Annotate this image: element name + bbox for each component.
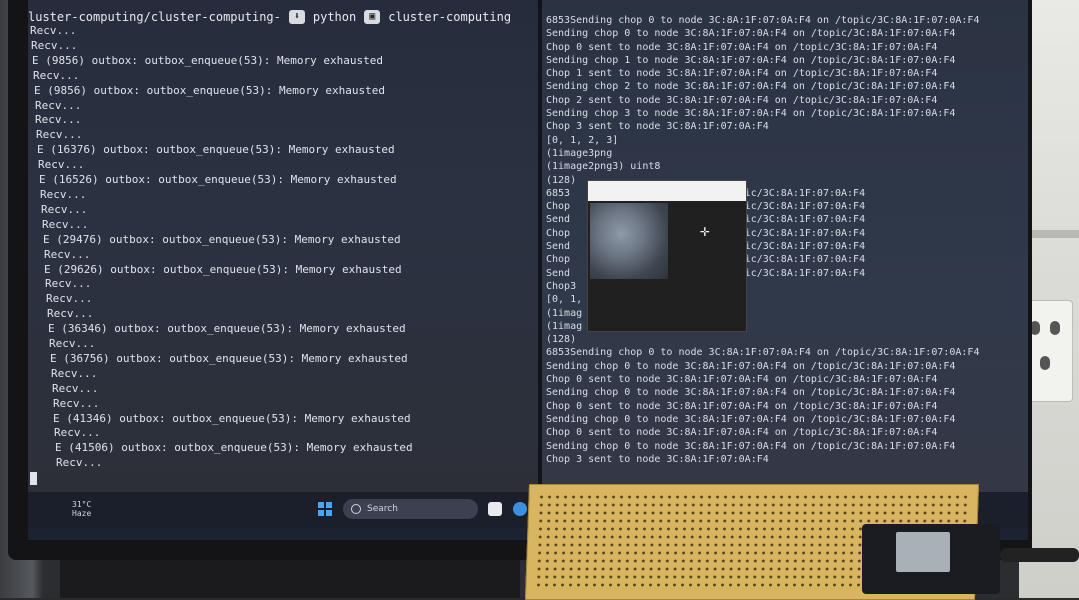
terminal-left-line: Recv... [38,158,85,172]
esp32-board [862,524,1000,594]
terminal-right-line: (1image2png3) uint8 [546,161,661,173]
terminal-right-line: Sending chop 0 to node 3C:8A:1F:07:0A:F4… [546,440,956,452]
terminal-left-line: Recv... [52,381,99,395]
search-label: Search [367,504,398,514]
weather-temperature: 31°C [72,500,92,509]
terminal-left-line: Recv... [49,337,96,351]
tab-python[interactable]: python [313,10,356,24]
terminal-right-line: Chop 0 sent to node 3C:8A:1F:07:0A:F4 on… [546,374,938,386]
terminal-left-line: E (29626) outbox: outbox_enqueue(53): Me… [44,262,402,276]
terminal-right-line: Sending chop 1 to node 3C:8A:1F:07:0A:F4… [546,54,956,66]
terminal-right-line: 6853Sending chop 0 to node 3C:8A:1F:07:0… [546,15,980,26]
terminal-right-line: Sending chop 2 to node 3C:8A:1F:07:0A:F4… [546,81,956,93]
terminal-left-line: Recv... [47,307,94,321]
taskbar-search[interactable]: Search [343,499,478,519]
terminal-left-line: Recv... [51,366,98,380]
terminal-right-line: Chop 2 sent to node 3C:8A:1F:07:0A:F4 on… [546,94,938,106]
terminal-left-line: E (9856) outbox: outbox_enqueue(53): Mem… [32,53,383,67]
laptop-bezel: luster-computing/cluster-computing- ⬇ py… [8,0,1032,560]
image-preview-window[interactable]: ✛ [587,180,747,332]
task-view-icon[interactable] [488,502,502,516]
search-icon [351,503,361,514]
terminal-left-pane[interactable]: luster-computing/cluster-computing- ⬇ py… [28,0,538,492]
terminal-left-line: Recv... [33,68,80,82]
laptop-screen: luster-computing/cluster-computing- ⬇ py… [28,0,1028,540]
terminal-left-line: E (41506) outbox: outbox_enqueue(53): Me… [55,441,413,455]
terminal-left-output: Recv... Recv... E (9856) outbox: outbox_en… [30,24,413,486]
terminal-right-line: (1image3png [546,147,613,159]
terminal-left-line: Recv... [35,113,82,127]
terminal-left-line: E (36756) outbox: outbox_enqueue(53): Me… [50,351,408,365]
terminal-right-line: Chop 0 sent to node 3C:8A:1F:07:0A:F4 on… [546,427,938,439]
terminal-left-line: E (16526) outbox: outbox_enqueue(53): Me… [39,173,397,187]
terminal-left-line: Recv... [36,128,83,142]
tab-project[interactable]: cluster-computing [388,10,511,24]
terminal-right-line: Sending chop 0 to node 3C:8A:1F:07:0A:F4… [546,387,956,399]
terminal-right-line: 6853Sending chop 0 to node 3C:8A:1F:07:0… [546,347,980,359]
terminal-left-line: E (36346) outbox: outbox_enqueue(53): Me… [48,322,406,336]
browser-icon[interactable] [513,502,527,516]
weather-widget[interactable]: 31°C Haze [72,500,112,518]
terminal-right-line: Chop 1 sent to node 3C:8A:1F:07:0A:F4 on… [546,68,938,80]
terminal-left-line: Recv... [30,24,77,37]
terminal-left-line: Recv... [35,98,82,112]
terminal-left-line: Recv... [31,38,78,52]
terminal-left-line: Recv... [44,247,91,261]
weather-condition: Haze [72,509,92,518]
esp32-module [896,532,950,572]
terminal-left-line: Recv... [53,396,100,410]
terminal-right-line: (128) [546,334,577,346]
terminal-left-line: Recv... [41,202,88,216]
tab-path[interactable]: luster-computing/cluster-computing- [28,10,281,24]
terminal-left-line: E (29476) outbox: outbox_enqueue(53): Me… [43,232,401,246]
terminal-left-line: E (16376) outbox: outbox_enqueue(53): Me… [37,143,395,157]
terminal-left-line: Recv... [45,277,92,291]
image-preview-content [590,203,668,279]
laptop-keyboard-edge [60,560,520,598]
terminal-left-line: Recv... [40,187,87,201]
terminal-left-line: Recv... [42,217,89,231]
terminal-right-line: Sending chop 0 to node 3C:8A:1F:07:0A:F4… [546,360,956,372]
terminal-right-line: Chop 3 sent to node 3C:8A:1F:07:0A:F4 [546,453,769,465]
terminal-right-line: Chop 0 sent to node 3C:8A:1F:07:0A:F4 on… [546,41,938,53]
terminal-left-line: E (9856) outbox: outbox_enqueue(53): Mem… [34,83,385,97]
terminal-cursor [30,471,37,485]
image-preview-titlebar[interactable] [588,181,746,201]
download-icon: ⬇ [288,10,305,24]
crosshair-cursor-icon: ✛ [700,221,710,240]
terminal-right-line: Sending chop 0 to node 3C:8A:1F:07:0A:F4… [546,28,956,40]
folder-icon: ▣ [364,10,381,24]
terminal-left-line: Recv... [56,456,103,470]
terminal-right-line: Sending chop 3 to node 3C:8A:1F:07:0A:F4… [546,108,956,120]
terminal-right-line: Chop 0 sent to node 3C:8A:1F:07:0A:F4 on… [546,400,938,412]
terminal-left-line: Recv... [46,292,93,306]
usb-cable [1000,548,1079,562]
terminal-left-line: Recv... [54,426,101,440]
terminal-right-line: Sending chop 0 to node 3C:8A:1F:07:0A:F4… [546,413,956,425]
windows-start-icon[interactable] [318,502,332,516]
terminal-left-line: E (41346) outbox: outbox_enqueue(53): Me… [53,411,411,425]
terminal-right-line: [0, 1, 2, 3] [546,134,619,146]
terminal-right-line: Chop 3 sent to node 3C:8A:1F:07:0A:F4 [546,121,769,133]
